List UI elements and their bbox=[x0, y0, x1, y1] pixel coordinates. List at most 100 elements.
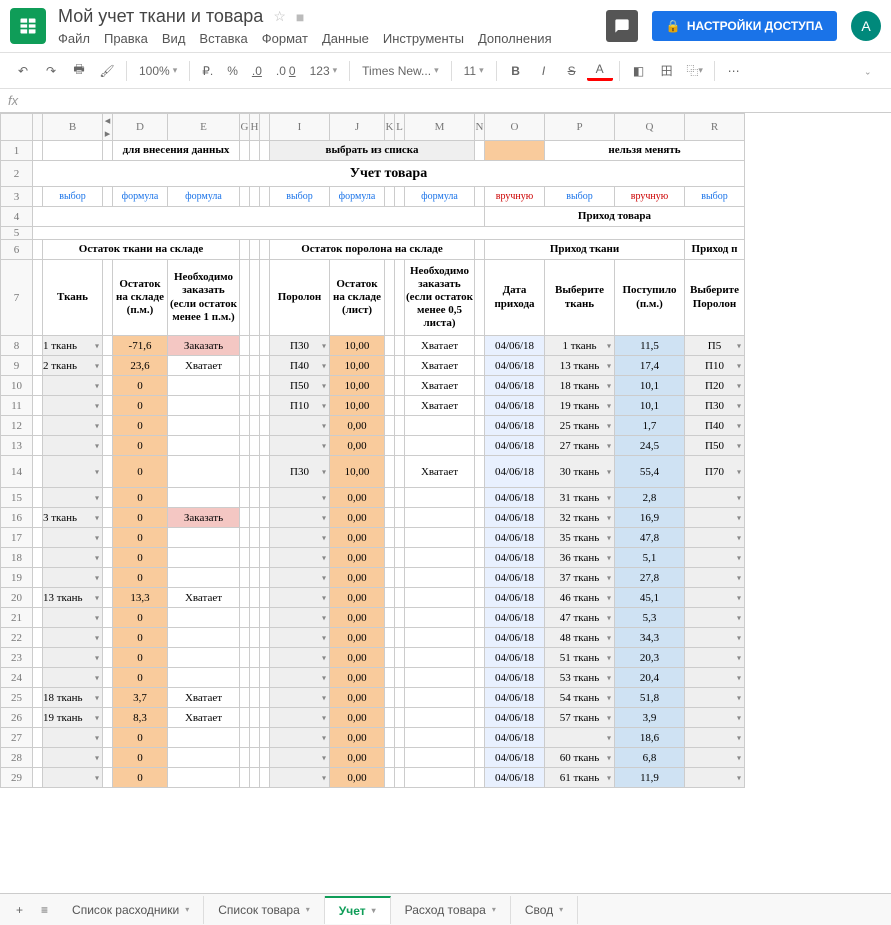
col-Q[interactable]: Q bbox=[615, 114, 685, 141]
row-13[interactable]: 1300,0004/06/1827 ткань24,5П50 bbox=[1, 436, 745, 456]
more-formats-button[interactable]: 123▾ bbox=[304, 64, 344, 78]
row-22[interactable]: 2200,0004/06/1848 ткань34,3 bbox=[1, 628, 745, 648]
col-C[interactable]: ◂ ▸ bbox=[103, 114, 113, 141]
tabs-container: Список расходники▾Список товара▾Учет▾Рас… bbox=[58, 896, 578, 924]
col-gap1[interactable] bbox=[260, 114, 270, 141]
undo-button[interactable]: ↶ bbox=[10, 58, 36, 84]
col-R[interactable]: R bbox=[685, 114, 745, 141]
row-9[interactable]: 92 ткань23,6ХватаетП4010,00Хватает04/06/… bbox=[1, 356, 745, 376]
row-25[interactable]: 2518 ткань3,7Хватает0,0004/06/1854 ткань… bbox=[1, 688, 745, 708]
sheet-tab-0[interactable]: Список расходники▾ bbox=[58, 896, 204, 924]
col-L[interactable]: L bbox=[395, 114, 405, 141]
menu-Инструменты[interactable]: Инструменты bbox=[383, 31, 464, 46]
col-J[interactable]: J bbox=[330, 114, 385, 141]
spreadsheet-grid[interactable]: B ◂ ▸ D E G H I J K L M N O P Q R 1 для … bbox=[0, 113, 745, 788]
row-10[interactable]: 100П5010,00Хватает04/06/1818 ткань10,1П2… bbox=[1, 376, 745, 396]
row-27[interactable]: 2700,0004/06/1818,6 bbox=[1, 728, 745, 748]
doc-title-text: Мой учет ткани и товара bbox=[58, 6, 263, 27]
row-23[interactable]: 2300,0004/06/1851 ткань20,3 bbox=[1, 648, 745, 668]
row-5[interactable]: 5 bbox=[1, 227, 745, 240]
row-11[interactable]: 110П1010,00Хватает04/06/1819 ткань10,1П3… bbox=[1, 396, 745, 416]
col-E[interactable]: E bbox=[168, 114, 240, 141]
menu-Вставка[interactable]: Вставка bbox=[199, 31, 247, 46]
row-19[interactable]: 1900,0004/06/1837 ткань27,8 bbox=[1, 568, 745, 588]
fill-color-button[interactable]: ◧ bbox=[626, 58, 652, 84]
increase-decimal-button[interactable]: .00 bbox=[270, 64, 302, 78]
row-17[interactable]: 1700,0004/06/1835 ткань47,8 bbox=[1, 528, 745, 548]
paint-format-button[interactable]: 🖌 bbox=[94, 58, 120, 84]
decrease-decimal-button[interactable]: .0 bbox=[246, 64, 268, 78]
menu-Формат[interactable]: Формат bbox=[262, 31, 308, 46]
percent-button[interactable]: % bbox=[221, 64, 244, 78]
all-sheets-button[interactable]: ≡ bbox=[33, 899, 56, 921]
menu-Файл[interactable]: Файл bbox=[58, 31, 90, 46]
row-4[interactable]: 4 Приход товара bbox=[1, 207, 745, 227]
col-A[interactable] bbox=[33, 114, 43, 141]
formula-input[interactable] bbox=[28, 93, 883, 108]
currency-button[interactable]: ₽. bbox=[196, 64, 219, 78]
row-28[interactable]: 2800,0004/06/1860 ткань6,8 bbox=[1, 748, 745, 768]
doc-title[interactable]: Мой учет ткани и товара ☆ ■ bbox=[58, 6, 606, 27]
row-1[interactable]: 1 для внесения данных выбрать из списка … bbox=[1, 141, 745, 161]
col-D[interactable]: D bbox=[113, 114, 168, 141]
star-icon[interactable]: ☆ bbox=[273, 8, 286, 25]
borders-button[interactable]: 田 bbox=[654, 58, 680, 84]
row-15[interactable]: 1500,0004/06/1831 ткань2,8 bbox=[1, 488, 745, 508]
lock-icon: 🔒 bbox=[666, 19, 681, 33]
avatar[interactable]: А bbox=[851, 11, 881, 41]
col-M[interactable]: M bbox=[405, 114, 475, 141]
row-14[interactable]: 140П3010,00Хватает04/06/1830 ткань55,4П7… bbox=[1, 456, 745, 488]
menu-Дополнения[interactable]: Дополнения bbox=[478, 31, 552, 46]
app-header: Мой учет ткани и товара ☆ ■ Файл Правка Ви… bbox=[0, 0, 891, 53]
strike-button[interactable]: S bbox=[559, 58, 585, 84]
col-G[interactable]: G bbox=[240, 114, 250, 141]
row-12[interactable]: 1200,0004/06/1825 ткань1,7П40 bbox=[1, 416, 745, 436]
col-B[interactable]: B bbox=[43, 114, 103, 141]
row-18[interactable]: 1800,0004/06/1836 ткань5,1 bbox=[1, 548, 745, 568]
col-O[interactable]: O bbox=[485, 114, 545, 141]
col-P[interactable]: P bbox=[545, 114, 615, 141]
row-24[interactable]: 2400,0004/06/1853 ткань20,4 bbox=[1, 668, 745, 688]
row-8[interactable]: 81 ткань-71,6ЗаказатьП3010,00Хватает04/0… bbox=[1, 336, 745, 356]
row-3[interactable]: 3 выбор формула формула выбор формула фо… bbox=[1, 187, 745, 207]
bold-button[interactable]: B bbox=[503, 58, 529, 84]
share-button[interactable]: 🔒 НАСТРОЙКИ ДОСТУПА bbox=[652, 11, 837, 41]
row-20[interactable]: 2013 ткань13,3Хватает0,0004/06/1846 ткан… bbox=[1, 588, 745, 608]
redo-button[interactable]: ↷ bbox=[38, 58, 64, 84]
sheet-tab-3[interactable]: Расход товара▾ bbox=[391, 896, 511, 924]
header-right: 🔒 НАСТРОЙКИ ДОСТУПА А bbox=[606, 10, 881, 42]
row-6[interactable]: 6 Остаток ткани на складе Остаток пороло… bbox=[1, 240, 745, 260]
collapse-toolbar-button[interactable]: ⌃ bbox=[855, 58, 881, 84]
sheet-tab-2[interactable]: Учет▾ bbox=[325, 896, 391, 924]
font-select[interactable]: Times New...▾ bbox=[356, 64, 444, 78]
print-button[interactable]: 🖶 bbox=[66, 58, 92, 84]
row-21[interactable]: 2100,0004/06/1847 ткань5,3 bbox=[1, 608, 745, 628]
row-26[interactable]: 2619 ткань8,3Хватает0,0004/06/1857 ткань… bbox=[1, 708, 745, 728]
folder-icon[interactable]: ■ bbox=[296, 9, 304, 25]
more-toolbar-button[interactable]: ⋯ bbox=[721, 58, 747, 84]
merge-button[interactable]: ⿻▾ bbox=[682, 58, 708, 84]
row-16[interactable]: 163 ткань0Заказать0,0004/06/1832 ткань16… bbox=[1, 508, 745, 528]
grid-area[interactable]: B ◂ ▸ D E G H I J K L M N O P Q R 1 для … bbox=[0, 113, 891, 893]
select-all-corner[interactable] bbox=[1, 114, 33, 141]
menu-Данные[interactable]: Данные bbox=[322, 31, 369, 46]
col-I[interactable]: I bbox=[270, 114, 330, 141]
col-K[interactable]: K bbox=[385, 114, 395, 141]
text-color-button[interactable]: A bbox=[587, 61, 613, 81]
font-size-select[interactable]: 11▾ bbox=[458, 64, 490, 78]
menu-Правка[interactable]: Правка bbox=[104, 31, 148, 46]
column-headers: B ◂ ▸ D E G H I J K L M N O P Q R bbox=[1, 114, 745, 141]
row-7[interactable]: 7 Ткань Остаток на складе (п.м.) Необход… bbox=[1, 260, 745, 336]
italic-button[interactable]: I bbox=[531, 58, 557, 84]
row-29[interactable]: 2900,0004/06/1861 ткань11,9 bbox=[1, 768, 745, 788]
menu-Вид[interactable]: Вид bbox=[162, 31, 186, 46]
comments-button[interactable] bbox=[606, 10, 638, 42]
row-2[interactable]: 2 Учет товара bbox=[1, 161, 745, 187]
col-H[interactable]: H bbox=[250, 114, 260, 141]
sheet-tab-4[interactable]: Свод▾ bbox=[511, 896, 578, 924]
add-sheet-button[interactable]: + bbox=[8, 899, 31, 921]
col-N[interactable]: N bbox=[475, 114, 485, 141]
zoom-select[interactable]: 100%▾ bbox=[133, 64, 183, 78]
sheets-logo[interactable] bbox=[10, 8, 46, 44]
sheet-tab-1[interactable]: Список товара▾ bbox=[204, 896, 325, 924]
